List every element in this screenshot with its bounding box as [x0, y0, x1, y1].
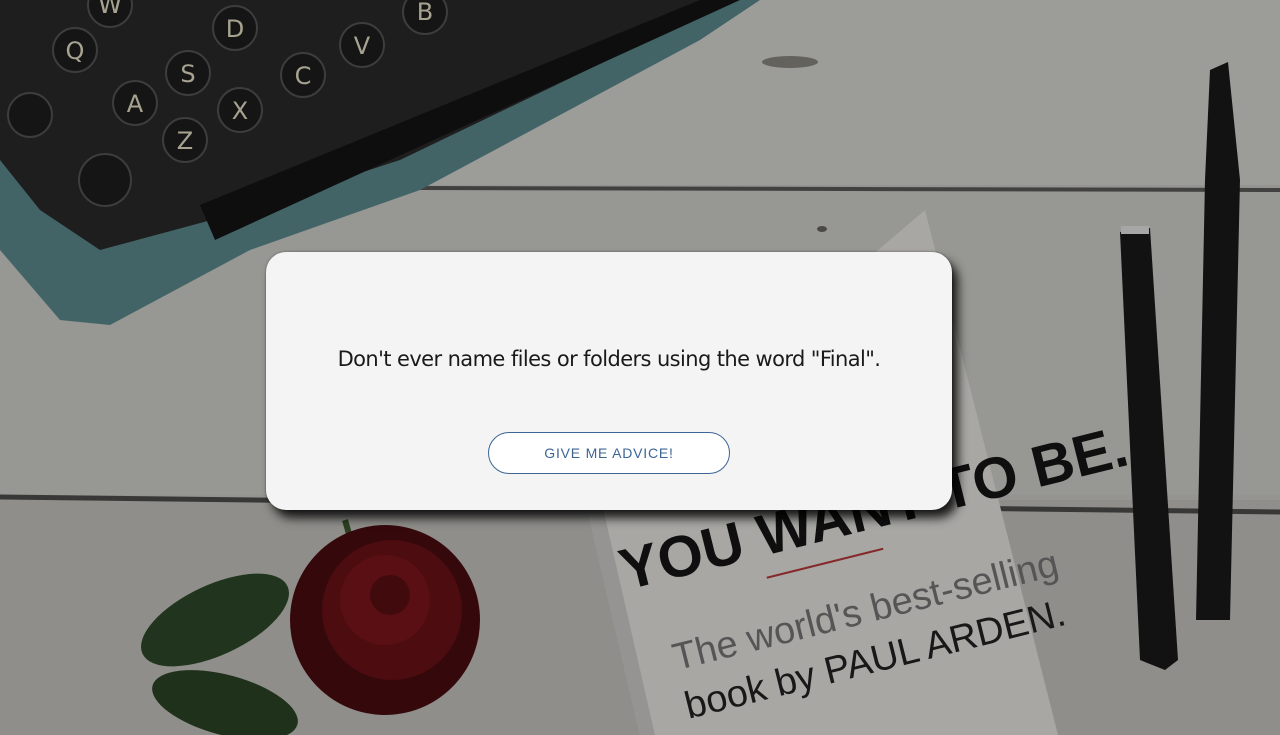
page-stage: W B D Q S V C A Z X YOU WANT TO BE. The … — [0, 0, 1280, 735]
advice-text: Don't ever name files or folders using t… — [337, 347, 881, 371]
give-me-advice-button[interactable]: GIVE ME ADVICE! — [488, 432, 730, 474]
advice-card: Don't ever name files or folders using t… — [266, 252, 952, 510]
